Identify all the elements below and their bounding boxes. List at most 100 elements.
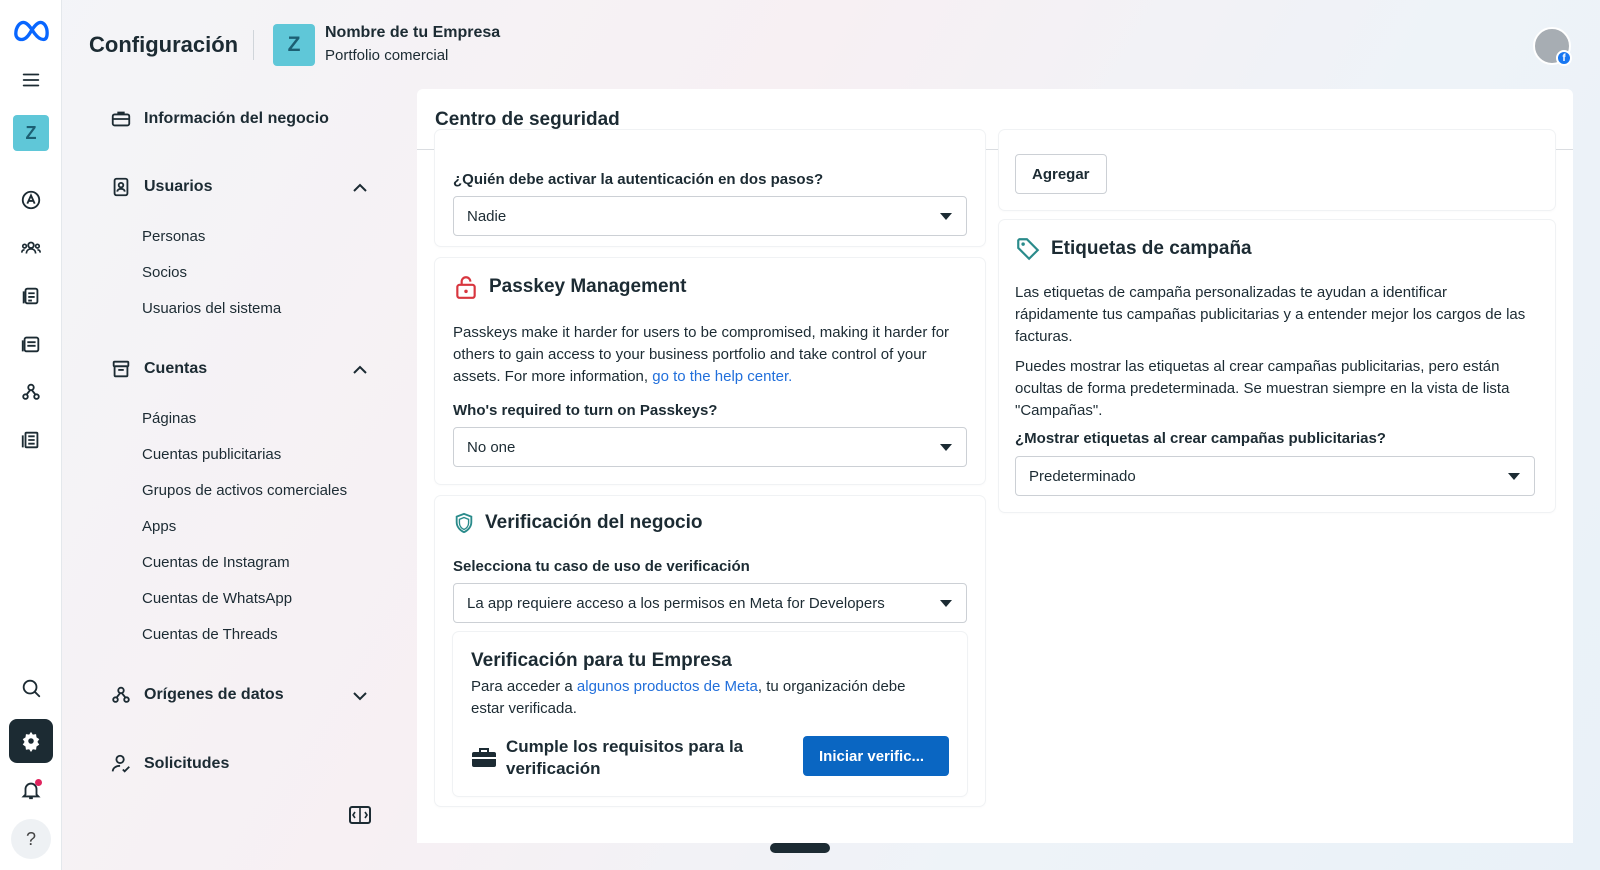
verification-title-row: Verificación del negocio <box>453 512 703 534</box>
help-center-link[interactable]: go to the help center. <box>652 368 792 385</box>
verification-box: Verificación para tu Empresa Para accede… <box>453 632 967 796</box>
campaign-tags-paragraph-1: Las etiquetas de campaña personalizadas … <box>1015 284 1526 345</box>
caret-down-icon <box>940 444 952 451</box>
verification-value: La app requiere acceso a los permisos en… <box>467 594 885 612</box>
add-button[interactable]: Agregar <box>1015 154 1107 194</box>
rail-initial: Z <box>25 122 37 143</box>
verification-box-text: Para acceder a algunos productos de Meta… <box>471 676 941 720</box>
facebook-badge-icon: f <box>1556 50 1572 66</box>
company-logo[interactable]: Z <box>273 24 315 66</box>
meta-products-link[interactable]: algunos productos de Meta <box>577 678 758 695</box>
chevron-up-icon[interactable] <box>350 178 370 198</box>
scroll-handle[interactable] <box>770 843 830 853</box>
person-check-icon <box>111 754 130 773</box>
verification-text-before: Para acceder a <box>471 678 577 695</box>
rail-business-avatar[interactable]: Z <box>13 115 49 151</box>
data-sources-icon[interactable] <box>9 370 53 414</box>
chevron-down-icon[interactable] <box>350 686 370 706</box>
header-divider <box>253 30 254 60</box>
company-subtitle: Portfolio comercial <box>325 47 449 64</box>
sidebar-item-apps[interactable]: Apps <box>142 518 176 535</box>
sidebar-item-label: Información del negocio <box>144 110 329 127</box>
add-card: Agregar <box>999 130 1555 210</box>
settings-gear-icon[interactable] <box>9 719 53 763</box>
user-avatar[interactable]: f <box>1533 27 1572 66</box>
shield-icon <box>455 512 473 534</box>
sidebar-item-people[interactable]: Personas <box>142 228 205 245</box>
sidebar-section-users[interactable]: Usuarios <box>110 176 212 198</box>
sidebar-item-partners[interactable]: Socios <box>142 264 187 281</box>
help-icon[interactable]: ? <box>11 819 51 859</box>
campaign-tags-paragraph-2: Puedes mostrar las etiquetas al crear ca… <box>1015 358 1510 419</box>
notifications-bell-icon[interactable] <box>9 768 53 812</box>
sidebar-item-pages[interactable]: Páginas <box>142 410 196 427</box>
passkey-title: Passkey Management <box>489 276 687 297</box>
start-verification-button[interactable]: Iniciar verific... <box>803 736 949 776</box>
right-column: Agregar Etiquetas de campaña Las etiquet… <box>999 130 1555 843</box>
sidebar-section-label: Cuentas <box>144 360 208 377</box>
help-glyph: ? <box>25 828 36 849</box>
sidebar-item-whatsapp[interactable]: Cuentas de WhatsApp <box>142 590 292 607</box>
briefcase-icon <box>472 748 496 767</box>
campaign-tags-label: ¿Mostrar etiquetas al crear campañas pub… <box>1015 430 1386 447</box>
sidebar-item-system-users[interactable]: Usuarios del sistema <box>142 300 281 317</box>
menu-icon[interactable] <box>9 58 53 102</box>
left-column: ¿Quién debe activar la autenticación en … <box>435 130 985 843</box>
page-title: Configuración <box>89 32 239 57</box>
verification-card: Verificación del negocio Selecciona tu c… <box>435 496 985 806</box>
passkey-label: Who's required to turn on Passkeys? <box>453 402 718 419</box>
people-icon[interactable] <box>9 226 53 270</box>
sidebar-section-label: Usuarios <box>144 178 213 195</box>
caret-down-icon <box>940 213 952 220</box>
sidebar-item-instagram[interactable]: Cuentas de Instagram <box>142 554 290 571</box>
notification-dot <box>35 779 42 786</box>
two-step-label: ¿Quién debe activar la autenticación en … <box>453 171 824 188</box>
verification-requirement: Cumple los requisitos para la verificaci… <box>506 737 744 778</box>
sidebar-item-ad-accounts[interactable]: Cuentas publicitarias <box>142 446 281 463</box>
campaign-tags-select[interactable]: Predeterminado <box>1015 456 1535 496</box>
verification-label: Selecciona tu caso de uso de verificació… <box>453 558 750 575</box>
data-sources-icon <box>112 686 130 703</box>
sidebar-section-label: Orígenes de datos <box>144 686 284 703</box>
verification-select[interactable]: La app requiere acceso a los permisos en… <box>453 583 967 623</box>
campaign-tags-title: Etiquetas de campaña <box>1051 238 1252 259</box>
sidebar-section-data-sources[interactable]: Orígenes de datos <box>110 684 284 706</box>
user-badge-icon <box>113 177 129 197</box>
caret-down-icon <box>940 600 952 607</box>
verification-box-title: Verificación para tu Empresa <box>471 650 732 671</box>
passkey-card: Passkey Management Passkeys make it hard… <box>435 258 985 484</box>
security-center-panel: Centro de seguridad ¿Quién debe activar … <box>417 89 1573 843</box>
passkey-title-row: Passkey Management <box>453 274 687 300</box>
passkey-description: Passkeys make it harder for users to be … <box>453 322 963 388</box>
company-initial: Z <box>287 33 301 56</box>
catalog-icon[interactable] <box>9 322 53 366</box>
briefcase-icon <box>111 111 131 127</box>
campaign-tags-title-row: Etiquetas de campaña <box>1015 236 1252 262</box>
sidebar-item-requests[interactable]: Solicitudes <box>110 753 229 775</box>
billing-icon[interactable] <box>9 418 53 462</box>
passkey-select[interactable]: No one <box>453 427 967 467</box>
verification-title: Verificación del negocio <box>485 512 703 533</box>
pages-icon[interactable] <box>9 274 53 318</box>
unlock-icon <box>456 276 476 299</box>
sidebar-item-asset-groups[interactable]: Grupos de activos comerciales <box>142 482 347 499</box>
ads-manager-icon[interactable] <box>9 178 53 222</box>
meta-logo-icon[interactable] <box>9 8 53 52</box>
left-rail: Z ? <box>0 0 62 870</box>
two-step-card: ¿Quién debe activar la autenticación en … <box>435 130 985 246</box>
chevron-up-icon[interactable] <box>350 360 370 380</box>
campaign-tags-value: Predeterminado <box>1029 467 1136 485</box>
caret-down-icon <box>1508 473 1520 480</box>
sidebar-item-threads[interactable]: Cuentas de Threads <box>142 626 278 643</box>
two-step-select[interactable]: Nadie <box>453 196 967 236</box>
search-icon[interactable] <box>9 666 53 710</box>
two-step-value: Nadie <box>467 207 507 225</box>
sidebar-item-business-info[interactable]: Información del negocio <box>110 108 329 130</box>
campaign-tags-card: Etiquetas de campaña Las etiquetas de ca… <box>999 220 1555 512</box>
sidebar-item-label: Solicitudes <box>144 755 230 772</box>
sidebar-section-accounts[interactable]: Cuentas <box>110 358 207 380</box>
passkey-value: No one <box>467 438 516 456</box>
archive-icon <box>112 360 130 378</box>
collapse-sidebar-icon[interactable] <box>349 806 371 824</box>
company-name[interactable]: Nombre de tu Empresa <box>325 24 500 42</box>
